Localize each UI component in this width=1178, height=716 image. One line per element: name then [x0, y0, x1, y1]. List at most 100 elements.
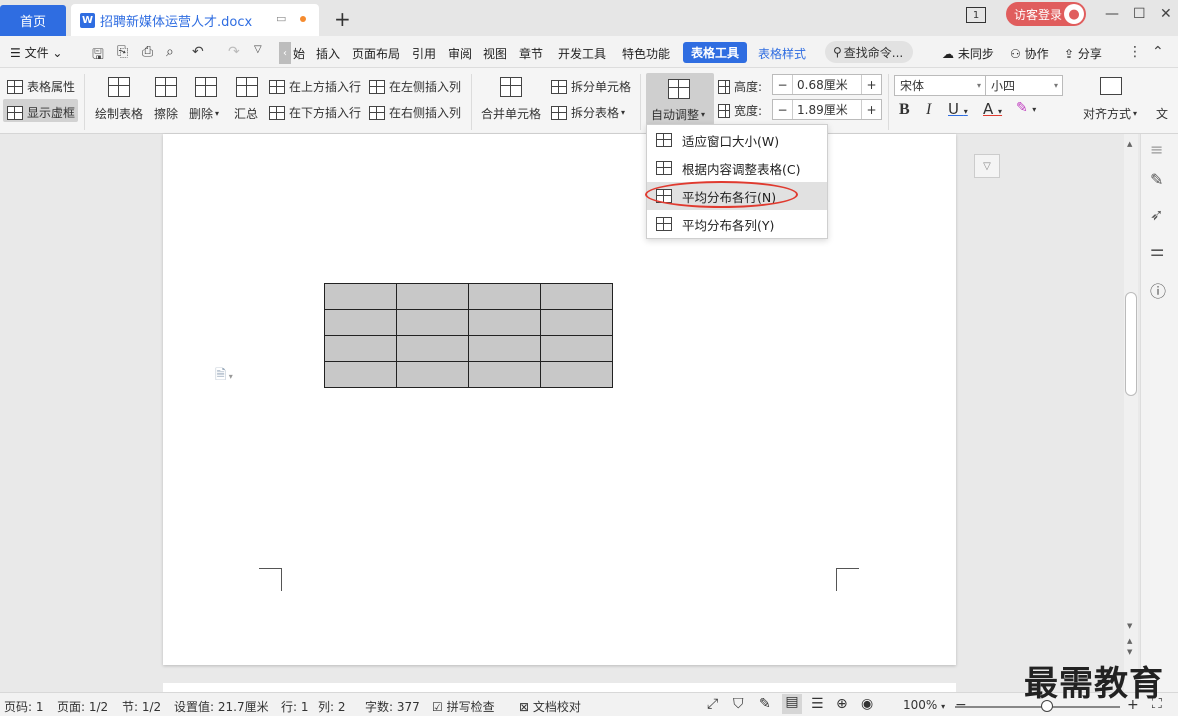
fullscreen-icon[interactable]: ⤢	[707, 696, 718, 712]
sync-button[interactable]: ☁ 未同步	[942, 45, 994, 62]
delete-table-icon[interactable]	[195, 77, 217, 97]
share-button[interactable]: ⇪ 分享	[1064, 45, 1102, 62]
show-gridlines-button[interactable]: 显示虚框	[7, 104, 75, 121]
table-cell[interactable]	[396, 309, 469, 336]
table-cell[interactable]	[468, 335, 541, 362]
prev-page-icon[interactable]: ▲	[1127, 637, 1132, 645]
table-cell[interactable]	[540, 283, 613, 310]
menu-section[interactable]: 章节	[519, 45, 543, 62]
menu-insert[interactable]: 插入	[316, 45, 340, 62]
add-tab-icon[interactable]: +	[334, 7, 351, 31]
minimize-icon[interactable]: —	[1105, 6, 1119, 22]
spell-check-button[interactable]: ☑ 拼写检查	[432, 698, 495, 715]
scroll-up-icon[interactable]: ▲	[1127, 140, 1132, 148]
preview-icon[interactable]: ⌕	[166, 44, 174, 60]
menu-developer[interactable]: 开发工具	[558, 45, 606, 62]
collapse-ribbon-icon[interactable]: ⌃	[1152, 44, 1164, 60]
table-cell[interactable]	[396, 283, 469, 310]
table-cell[interactable]	[324, 361, 397, 388]
draw-table-button[interactable]: 绘制表格	[95, 105, 143, 122]
italic-icon[interactable]: I	[926, 101, 931, 119]
page-indicator[interactable]: 1	[966, 7, 986, 23]
print-icon[interactable]: ⎙	[142, 44, 153, 60]
menu-layout[interactable]: 页面布局	[352, 45, 400, 62]
file-menu[interactable]: ☰ 文件 ⌄	[10, 44, 62, 61]
font-size-select[interactable]: 小四 ▾	[985, 75, 1063, 96]
zoom-out-icon[interactable]: −	[955, 697, 967, 713]
insert-col-right-button[interactable]: 在右侧插入列	[369, 104, 461, 121]
table-cell[interactable]	[468, 361, 541, 388]
export-icon[interactable]: ⎘	[117, 44, 128, 60]
insert-row-below-button[interactable]: 在下方插入行	[269, 104, 361, 121]
menu-item-fit-window[interactable]: 适应窗口大小(W)	[647, 126, 827, 154]
insert-col-left-button[interactable]: 在左侧插入列	[369, 78, 461, 95]
scroll-left-icon[interactable]: ‹	[279, 42, 291, 64]
customize-icon[interactable]: ▽	[254, 44, 262, 55]
underline-icon[interactable]: U ▾	[948, 100, 968, 118]
draw-table-icon[interactable]	[108, 77, 130, 97]
sidebar-handle-icon[interactable]: ≡	[1150, 140, 1163, 159]
font-name-select[interactable]: 宋体 ▾	[894, 75, 986, 96]
width-stepper[interactable]: −1.89厘米 +	[772, 99, 882, 120]
more-icon[interactable]: ⋮	[1128, 44, 1142, 60]
menu-review[interactable]: 审阅	[448, 45, 472, 62]
menu-item-fit-content[interactable]: 根据内容调整表格(C)	[647, 154, 827, 182]
reading-mode-icon[interactable]: ◉	[861, 696, 873, 712]
delete-button[interactable]: 删除 ▾	[189, 105, 219, 122]
table-properties-button[interactable]: 表格属性	[7, 78, 75, 95]
save-icon[interactable]: 🖫	[92, 44, 104, 68]
tab-table-tools[interactable]: 表格工具	[683, 42, 747, 63]
select-cursor-icon[interactable]: ➶	[1150, 205, 1163, 224]
undo-icon[interactable]: ↶	[192, 44, 204, 60]
next-page-icon[interactable]: ▼	[1127, 648, 1132, 656]
split-table-button[interactable]: 拆分表格 ▾	[551, 104, 625, 121]
table-cell[interactable]	[396, 361, 469, 388]
erase-button[interactable]: 擦除	[154, 105, 178, 122]
monitor-icon[interactable]: ▭	[276, 12, 286, 25]
width-value[interactable]: 1.89厘米	[793, 101, 861, 118]
scrollbar-thumb[interactable]	[1125, 292, 1137, 396]
summary-button[interactable]: 汇总	[234, 105, 258, 122]
status-section[interactable]: 节: 1/2	[122, 698, 161, 715]
table-cell[interactable]	[324, 283, 397, 310]
menu-start[interactable]: 始	[293, 45, 305, 62]
status-page-number[interactable]: 页码: 1	[4, 698, 44, 715]
command-search[interactable]: ⚲ 查找命令...	[825, 41, 913, 63]
bold-icon[interactable]: B	[899, 101, 910, 119]
merge-cells-icon[interactable]	[500, 77, 522, 97]
eraser-icon[interactable]	[155, 77, 177, 97]
text-direction-button[interactable]: 文	[1156, 105, 1168, 122]
zoom-select[interactable]: 100% ▾	[903, 698, 945, 712]
status-pages[interactable]: 页面: 1/2	[57, 698, 108, 715]
web-view-icon[interactable]: ⊕	[836, 696, 848, 712]
status-setting[interactable]: 设置值: 21.7厘米	[174, 698, 269, 715]
menu-features[interactable]: 特色功能	[622, 45, 670, 62]
table-cell[interactable]	[396, 335, 469, 362]
paragraph-icon[interactable]: 🗎 ▾	[215, 364, 233, 388]
height-value[interactable]: 0.68厘米	[793, 76, 861, 93]
highlight-pen-icon[interactable]: ✎ ▾	[1016, 100, 1036, 116]
vertical-scrollbar[interactable]	[1124, 134, 1138, 692]
protect-icon[interactable]: ⛉	[733, 696, 744, 712]
scroll-down-icon[interactable]: ▼	[1127, 622, 1132, 630]
tab-home[interactable]: 首页	[0, 5, 66, 36]
insert-row-above-button[interactable]: 在上方插入行	[269, 78, 361, 95]
table-cell[interactable]	[324, 309, 397, 336]
table-cell[interactable]	[468, 283, 541, 310]
document-table[interactable]	[324, 283, 613, 388]
table-cell[interactable]	[540, 309, 613, 336]
align-icon[interactable]	[1100, 77, 1122, 95]
collab-button[interactable]: ⚇ 协作	[1010, 45, 1049, 62]
page-view-icon[interactable]: ▤	[782, 694, 802, 714]
close-icon[interactable]: ✕	[1160, 6, 1172, 22]
increase-width-button[interactable]: +	[861, 100, 881, 119]
document-page-2[interactable]	[163, 683, 956, 692]
zoom-slider[interactable]	[955, 706, 1120, 708]
merge-cells-button[interactable]: 合并单元格	[481, 105, 541, 122]
table-cell[interactable]	[324, 335, 397, 362]
table-cell[interactable]	[468, 309, 541, 336]
align-button[interactable]: 对齐方式 ▾	[1083, 105, 1137, 122]
height-stepper[interactable]: −0.68厘米 +	[772, 74, 882, 95]
increase-height-button[interactable]: +	[861, 75, 881, 94]
help-icon[interactable]: ⓘ	[1150, 278, 1166, 302]
